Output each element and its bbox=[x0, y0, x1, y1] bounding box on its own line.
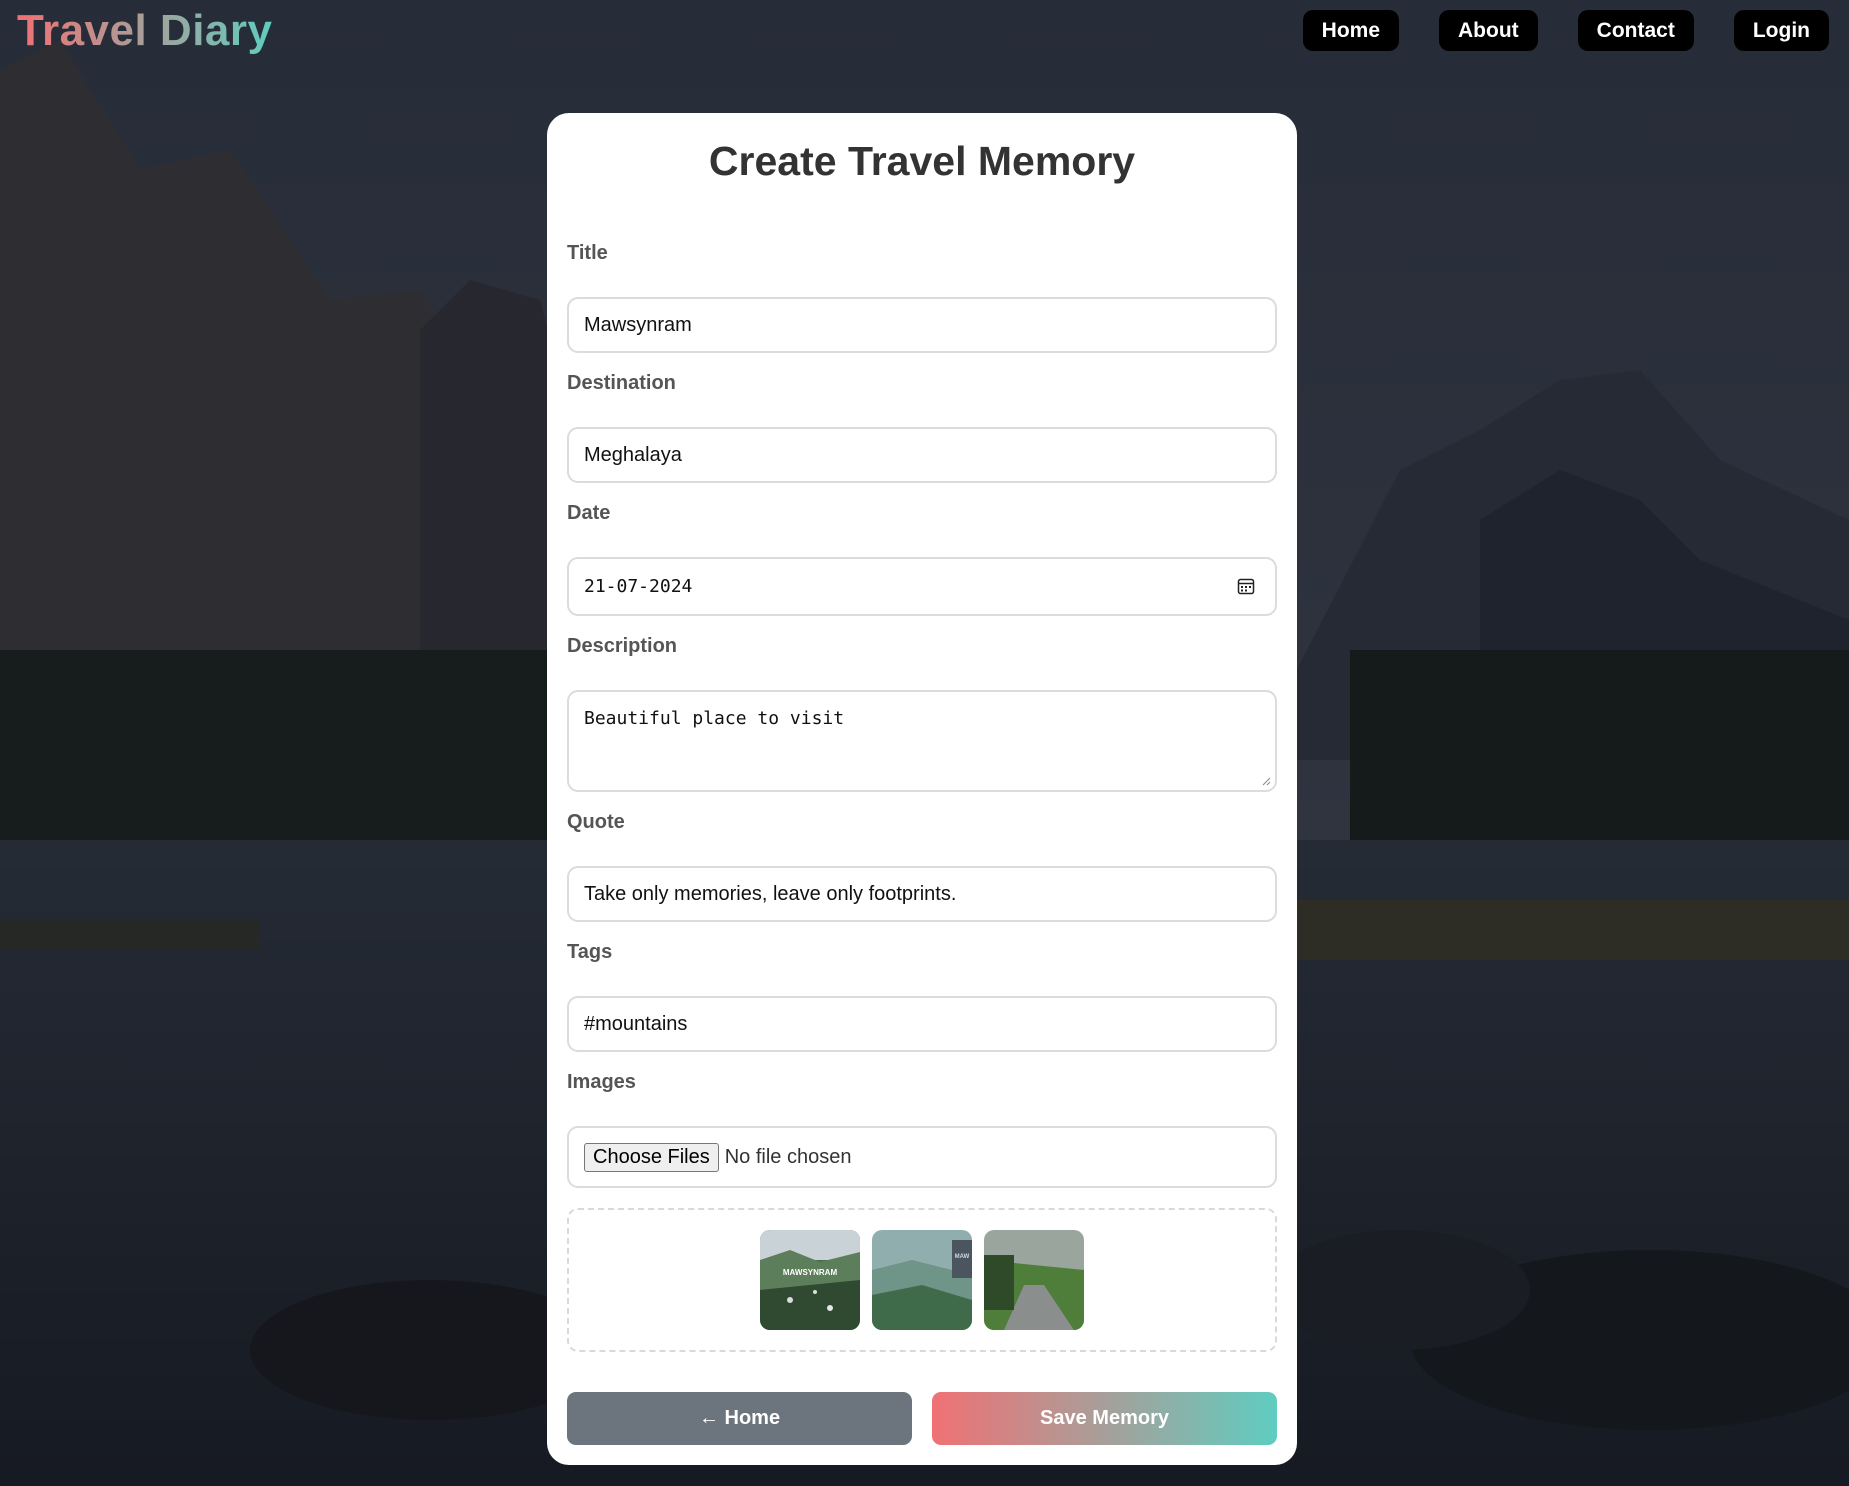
description-label: Description bbox=[567, 635, 678, 657]
file-status: No file chosen bbox=[724, 1145, 852, 1168]
date-input-value: 21-07-2024 bbox=[584, 576, 693, 597]
description-value: Beautiful place to visit bbox=[584, 708, 845, 729]
image-preview-area: MAWSYNRAM MAW bbox=[567, 1208, 1277, 1352]
thumbnail-image: MAWSYNRAM bbox=[760, 1230, 860, 1330]
resize-grip-icon[interactable] bbox=[1261, 776, 1271, 786]
nav-contact-button[interactable]: Contact bbox=[1577, 10, 1694, 51]
thumbnail-image bbox=[984, 1230, 1084, 1330]
destination-input-value: Meghalaya bbox=[584, 443, 682, 466]
date-label: Date bbox=[567, 502, 611, 524]
destination-label: Destination bbox=[567, 372, 676, 394]
nav-home-button[interactable]: Home bbox=[1302, 10, 1400, 51]
nav-login-button[interactable]: Login bbox=[1733, 10, 1829, 51]
create-memory-card: Create Travel Memory Title Mawsynram Des… bbox=[547, 113, 1297, 1465]
nav-about-button[interactable]: About bbox=[1439, 10, 1538, 51]
quote-input-value: Take only memories, leave only footprint… bbox=[584, 882, 957, 905]
title-label: Title bbox=[567, 242, 608, 264]
home-button[interactable]: ← Home bbox=[567, 1392, 912, 1445]
calendar-icon[interactable] bbox=[1237, 577, 1255, 595]
date-input[interactable]: 21-07-2024 bbox=[567, 557, 1277, 616]
save-memory-button[interactable]: Save Memory bbox=[932, 1392, 1277, 1445]
quote-input[interactable]: Take only memories, leave only footprint… bbox=[567, 866, 1277, 922]
brand-logo[interactable]: Travel Diary bbox=[17, 6, 273, 56]
title-input[interactable]: Mawsynram bbox=[567, 297, 1277, 353]
tags-input[interactable]: #mountains bbox=[567, 996, 1277, 1052]
form-title: Create Travel Memory bbox=[708, 138, 1136, 184]
choose-files-button[interactable]: Choose Files bbox=[584, 1142, 719, 1172]
destination-input[interactable]: Meghalaya bbox=[567, 427, 1277, 483]
thumbnail-caption: MAWSYNRAM bbox=[783, 1268, 838, 1277]
thumbnail-caption: MAW bbox=[955, 1254, 970, 1260]
quote-label: Quote bbox=[567, 811, 625, 833]
thumbnail-image: MAW bbox=[872, 1230, 972, 1330]
images-file-input[interactable]: Choose Files No file chosen bbox=[567, 1126, 1277, 1188]
main-nav: Home About Contact Login bbox=[1302, 10, 1829, 51]
title-input-value: Mawsynram bbox=[584, 313, 692, 336]
images-label: Images bbox=[567, 1071, 636, 1093]
tags-input-value: #mountains bbox=[584, 1012, 688, 1035]
tags-label: Tags bbox=[567, 941, 613, 963]
description-textarea[interactable]: Beautiful place to visit bbox=[567, 690, 1277, 792]
